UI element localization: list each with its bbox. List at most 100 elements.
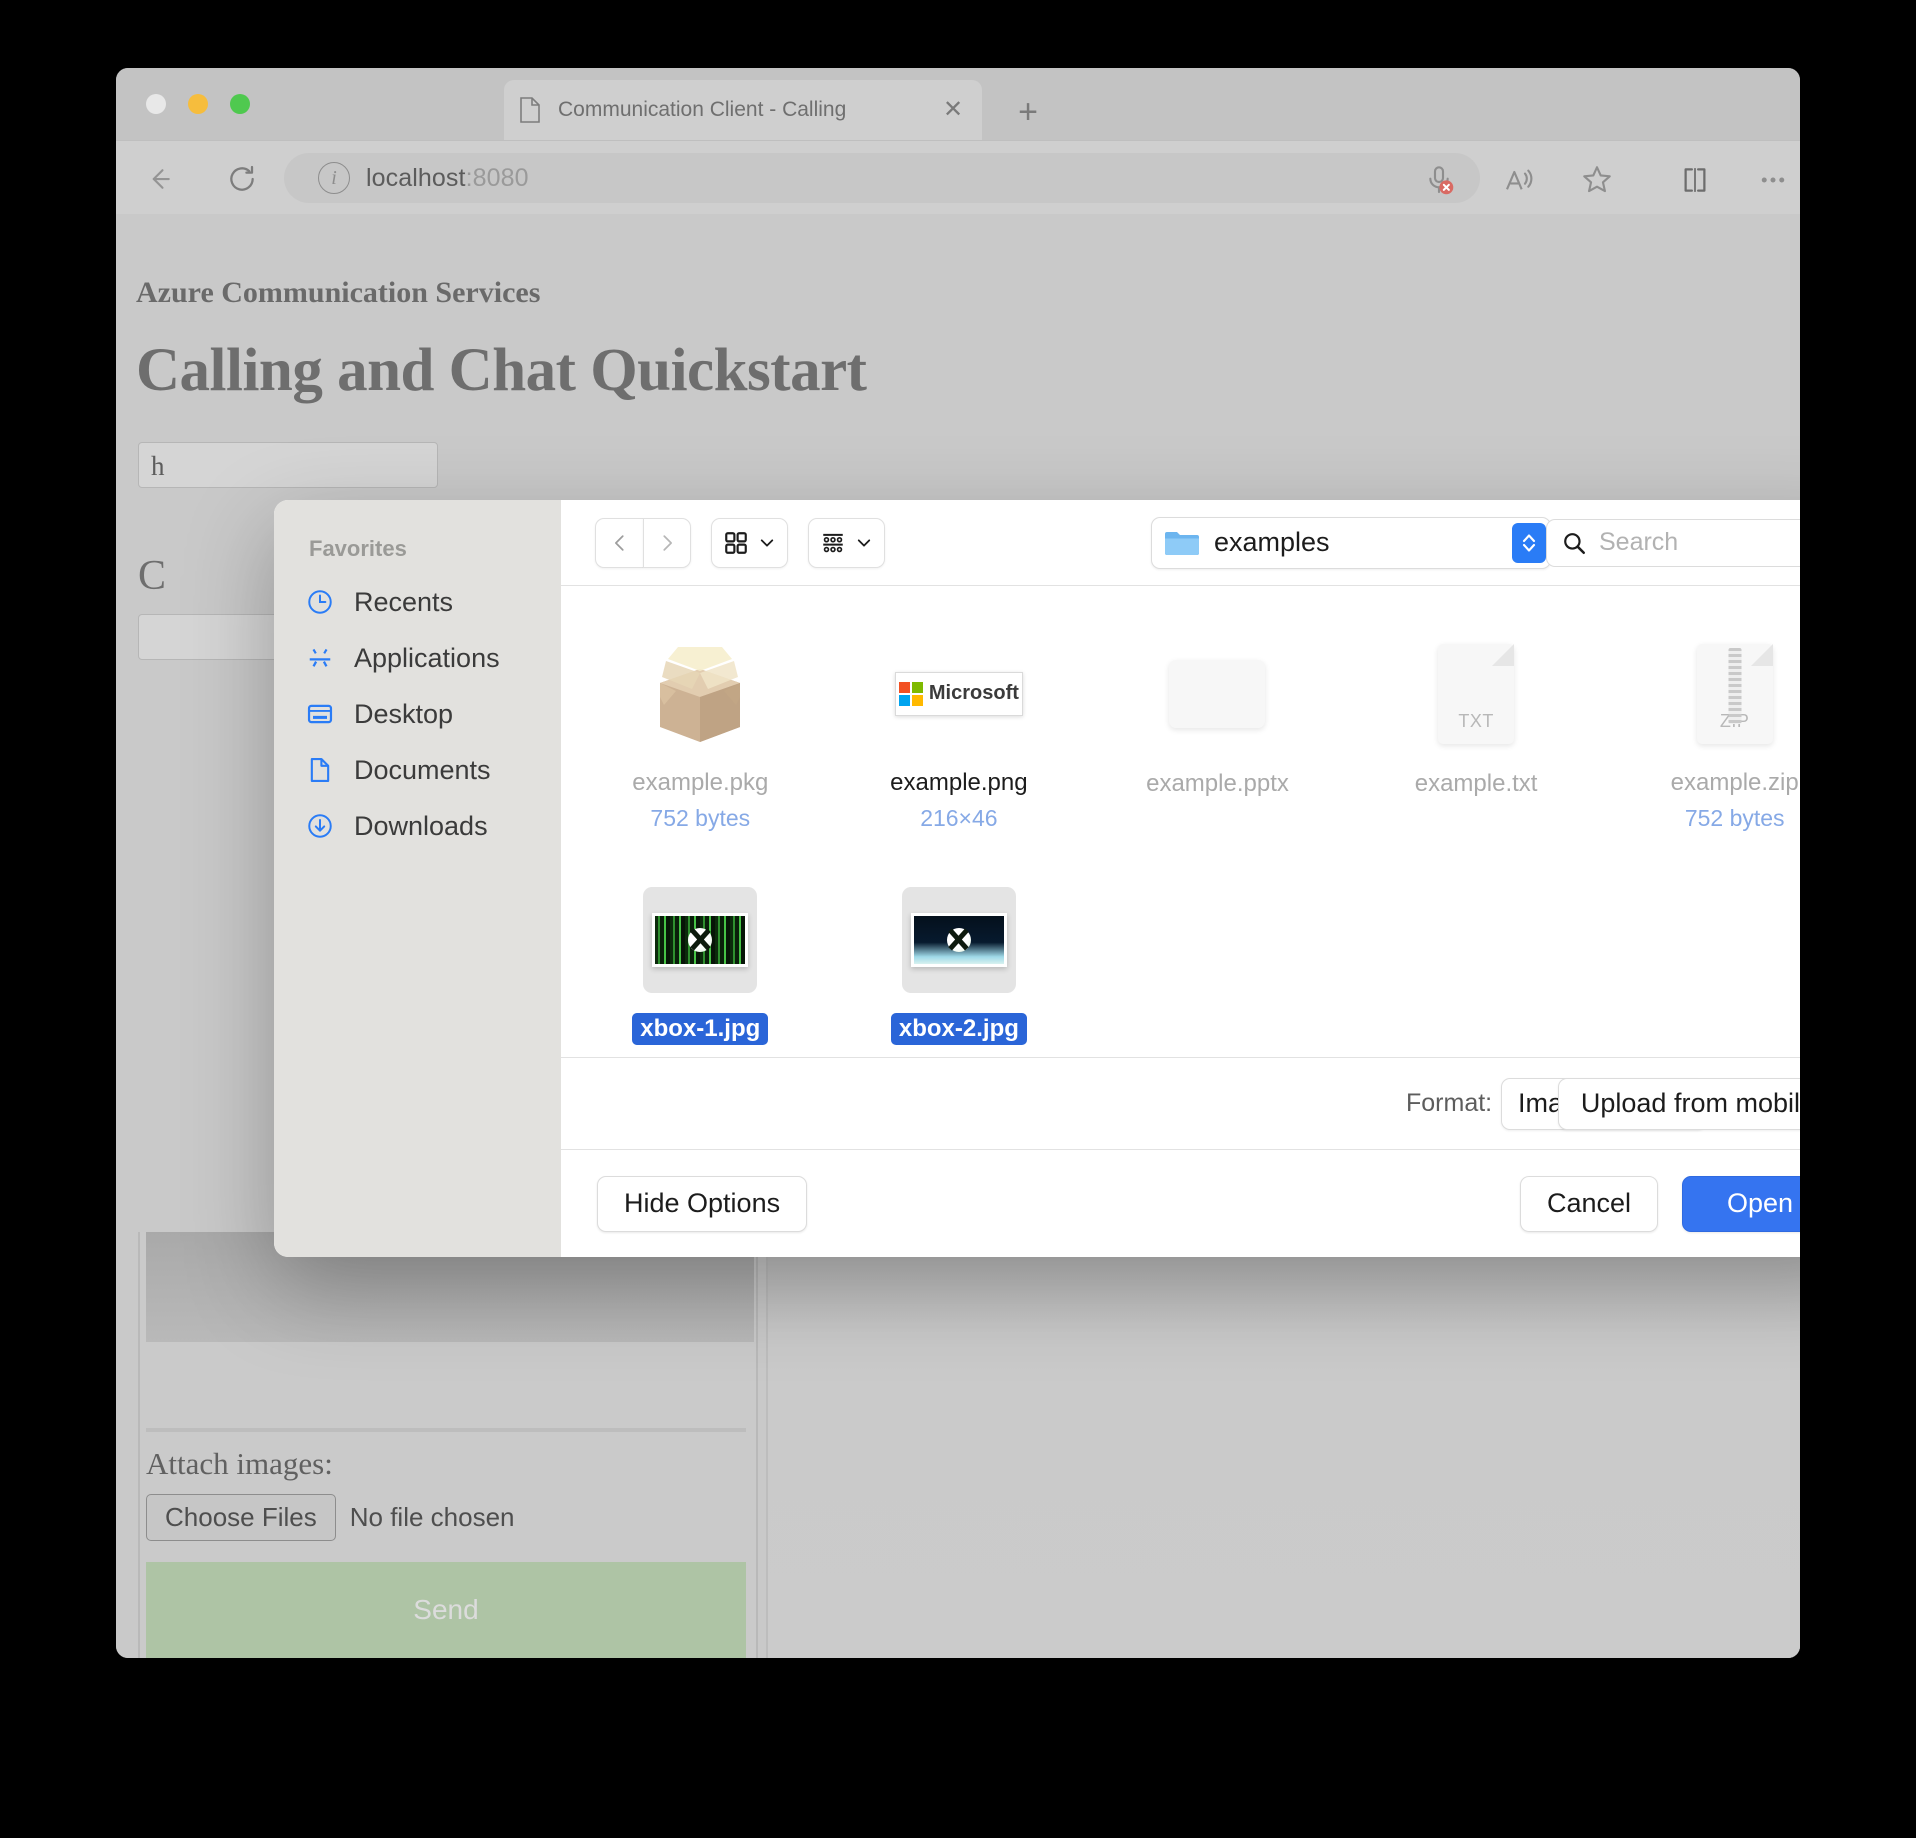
calling-pane xyxy=(766,1222,1800,1658)
file-item-xbox-2[interactable]: xbox-2.jpg 1,920×1,080 xyxy=(830,880,1089,1057)
tab-strip: Communication Client - Calling ✕ + xyxy=(116,68,1800,140)
endpoint-input[interactable]: h xyxy=(138,442,438,488)
file-meta: 216×46 xyxy=(920,805,998,831)
format-bar: Format: Image files Upload from mobile xyxy=(561,1057,1800,1149)
file-item-zip[interactable]: ZIP example.zip 752 bytes xyxy=(1605,632,1800,832)
section-heading: C xyxy=(138,553,167,599)
zip-file-icon: ZIP xyxy=(1696,643,1773,744)
file-name: example.png xyxy=(890,769,1028,796)
split-screen-icon[interactable] xyxy=(1672,157,1718,203)
file-open-dialog: Favorites Recents Applications Desktop D… xyxy=(274,500,1800,1257)
file-item-xbox-1[interactable]: xbox-1.jpg 3,840×2,160 xyxy=(571,880,830,1057)
photo-frame xyxy=(652,912,749,967)
microphone-blocked-icon[interactable] xyxy=(1416,157,1462,203)
chevron-right-icon xyxy=(663,534,672,551)
package-icon xyxy=(660,646,741,742)
window-traffic-lights xyxy=(146,94,250,114)
sidebar-item-label: Documents xyxy=(354,754,491,785)
list-view-icon xyxy=(823,533,843,552)
file-thumbnail: Microsoft xyxy=(830,632,1089,755)
favorites-header: Favorites xyxy=(309,536,407,561)
page-subtitle: Azure Communication Services xyxy=(136,276,541,309)
dialog-action-bar: Hide Options Cancel Open xyxy=(561,1149,1800,1257)
close-icon[interactable]: ✕ xyxy=(938,95,968,125)
url-text: localhost:8080 xyxy=(366,164,529,193)
reload-button[interactable] xyxy=(220,157,264,201)
download-icon xyxy=(306,812,334,840)
tab-title: Communication Client - Calling xyxy=(558,98,847,121)
chevron-down-icon xyxy=(857,538,871,547)
sidebar-item-label: Recents xyxy=(354,586,454,617)
file-item-txt[interactable]: TXT example.txt xyxy=(1347,632,1606,832)
back-arrow-icon xyxy=(152,169,170,189)
dialog-main: examples Search example.pkg 752 bytes Mi… xyxy=(561,500,1800,1257)
cancel-button[interactable]: Cancel xyxy=(1519,1175,1658,1232)
file-name: xbox-1.jpg xyxy=(632,1013,769,1045)
upload-from-mobile-button[interactable]: Upload from mobile xyxy=(1557,1077,1800,1130)
sidebar-item-label: Applications xyxy=(354,642,500,673)
window-maximize-button[interactable] xyxy=(230,94,250,114)
new-tab-button[interactable]: + xyxy=(1006,90,1050,134)
sidebar-item-applications[interactable]: Applications xyxy=(274,630,561,686)
file-thumbnail: ZIP xyxy=(1605,632,1800,755)
open-button[interactable]: Open xyxy=(1682,1175,1800,1232)
photo-frame xyxy=(910,912,1007,967)
back-button[interactable] xyxy=(138,157,182,201)
divider xyxy=(146,1428,746,1432)
choose-files-button[interactable]: Choose Files xyxy=(146,1494,336,1541)
stepper-updown-icon[interactable] xyxy=(1512,522,1546,563)
grid-view-button[interactable] xyxy=(711,517,788,568)
sidebar-item-recents[interactable]: Recents xyxy=(274,574,561,630)
navigation-segmented-control xyxy=(595,517,691,568)
file-extension-badge: TXT xyxy=(1458,711,1494,731)
file-item-pkg[interactable]: example.pkg 752 bytes xyxy=(571,632,830,832)
file-thumbnail xyxy=(571,880,830,999)
attach-images-label: Attach images: xyxy=(146,1446,333,1481)
list-view-button[interactable] xyxy=(808,517,885,568)
browser-tab[interactable]: Communication Client - Calling ✕ xyxy=(504,80,982,140)
favorite-star-icon[interactable] xyxy=(1574,157,1620,203)
microsoft-logo-icon xyxy=(898,681,923,706)
window-close-button[interactable] xyxy=(146,94,166,114)
clock-icon xyxy=(306,588,334,616)
search-placeholder: Search xyxy=(1599,528,1679,556)
window-minimize-button[interactable] xyxy=(188,94,208,114)
more-options-icon[interactable] xyxy=(1750,157,1796,203)
url-host: localhost xyxy=(366,163,466,192)
dialog-forward-button[interactable] xyxy=(643,517,691,568)
sidebar-item-label: Desktop xyxy=(354,698,454,729)
dialog-back-button[interactable] xyxy=(595,517,643,568)
path-label: examples xyxy=(1214,527,1330,557)
dialog-sidebar: Favorites Recents Applications Desktop D… xyxy=(274,500,561,1257)
info-icon[interactable]: i xyxy=(318,162,350,194)
no-file-chosen-text: No file chosen xyxy=(349,1502,515,1532)
path-popup-button[interactable]: examples xyxy=(1151,516,1551,569)
hide-options-button[interactable]: Hide Options xyxy=(597,1175,808,1232)
file-name: example.zip xyxy=(1670,769,1799,796)
file-name: xbox-2.jpg xyxy=(890,1013,1027,1045)
image-tile xyxy=(901,886,1016,993)
desktop-icon xyxy=(306,700,334,728)
file-item-pptx[interactable]: example.pptx xyxy=(1088,632,1347,832)
sidebar-item-downloads[interactable]: Downloads xyxy=(274,798,561,854)
file-item-png[interactable]: Microsoft example.png 216×46 xyxy=(830,632,1089,832)
search-input[interactable]: Search xyxy=(1546,518,1800,567)
send-button[interactable]: Send xyxy=(146,1562,746,1658)
file-thumbnail xyxy=(830,880,1089,999)
browser-toolbar: i localhost:8080 xyxy=(116,140,1800,214)
image-tile xyxy=(643,886,758,993)
file-meta: 752 bytes xyxy=(1684,805,1785,831)
file-picker-row: Choose Files No file chosen xyxy=(146,1494,515,1541)
search-icon xyxy=(1564,532,1585,554)
xbox-logo-icon xyxy=(688,927,713,952)
sidebar-item-desktop[interactable]: Desktop xyxy=(274,686,561,742)
address-bar[interactable]: i localhost:8080 xyxy=(284,153,1480,203)
format-label: Format: xyxy=(1406,1089,1493,1117)
read-aloud-icon[interactable] xyxy=(1496,157,1542,203)
grid-view-icon xyxy=(725,531,747,554)
file-grid: example.pkg 752 bytes Microsoft example.… xyxy=(561,586,1800,1057)
sidebar-item-documents[interactable]: Documents xyxy=(274,742,561,798)
file-name: example.pptx xyxy=(1146,770,1289,797)
document-icon xyxy=(520,97,540,123)
reload-icon xyxy=(230,165,254,191)
